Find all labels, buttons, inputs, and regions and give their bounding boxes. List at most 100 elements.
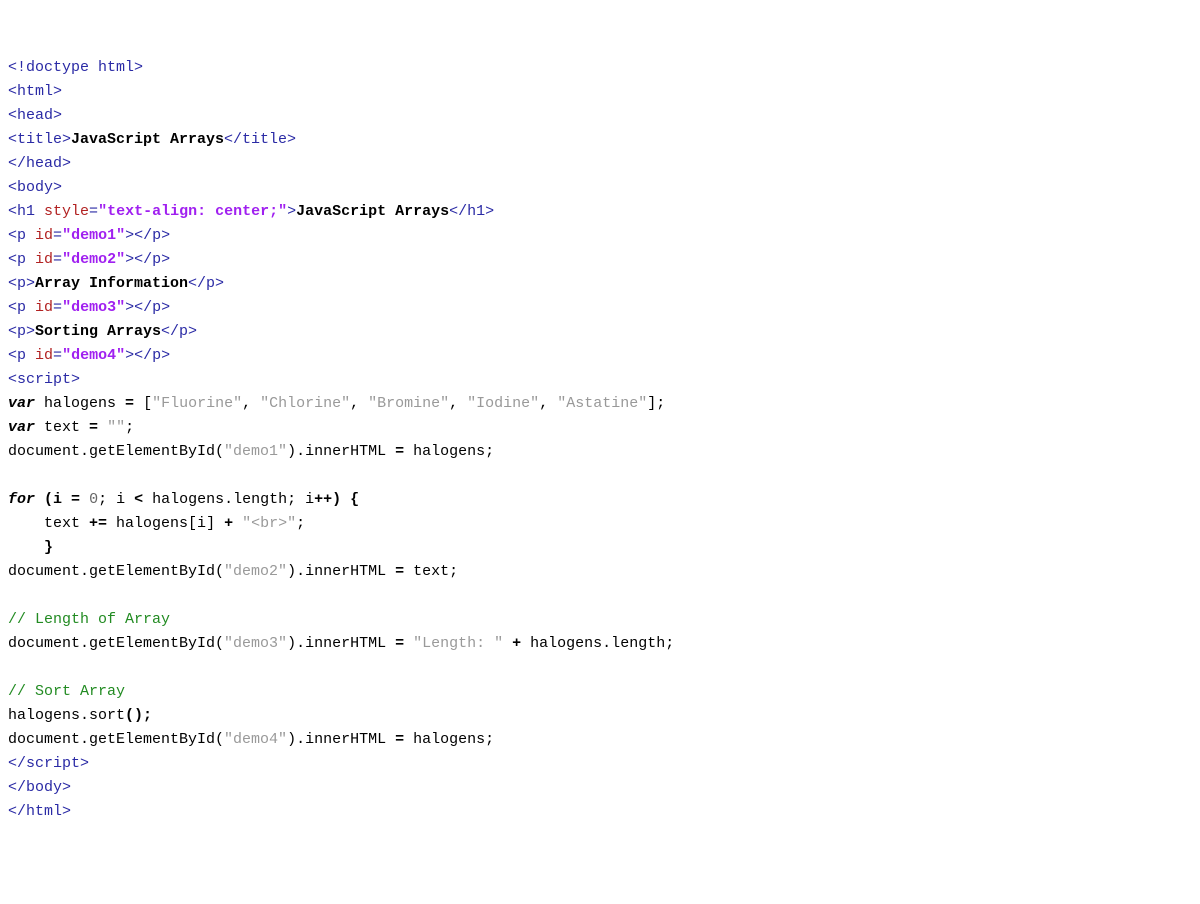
comma: , xyxy=(350,395,368,412)
kw-var: var xyxy=(8,419,35,436)
kw-var: var xyxy=(8,395,35,412)
op-eq: = xyxy=(89,419,98,436)
space xyxy=(80,491,89,508)
tag-html-open: <html> xyxy=(8,83,62,100)
op-plus: + xyxy=(224,515,233,532)
tag-p-close: </p> xyxy=(134,251,170,268)
space xyxy=(35,395,44,412)
comma: , xyxy=(449,395,467,412)
close-brace: } xyxy=(44,539,53,556)
space xyxy=(35,491,44,508)
tag-p-open: <p> xyxy=(8,323,35,340)
tag-script-close: </sc xyxy=(8,755,44,772)
tag-p-open: <p xyxy=(8,347,26,364)
p-text-array-info: Array Information xyxy=(35,275,188,292)
str-length: "Length: " xyxy=(413,635,503,652)
code-text: halogens.length; i xyxy=(143,491,314,508)
code-text: halogens; xyxy=(404,731,494,748)
code-text: text; xyxy=(404,563,458,580)
equals: = xyxy=(53,251,62,268)
gt: > xyxy=(125,347,134,364)
str-demo1: "demo1" xyxy=(224,443,287,460)
tag-head-open: <head> xyxy=(8,107,62,124)
p-text-sorting: Sorting Arrays xyxy=(35,323,161,340)
space xyxy=(35,203,44,220)
equals: = xyxy=(89,203,98,220)
gt: > xyxy=(125,251,134,268)
h1-text: JavaScript Arrays xyxy=(296,203,449,220)
tag-title-open: <title> xyxy=(8,131,71,148)
code-text: ]; xyxy=(647,395,665,412)
code-text: halogens[i] xyxy=(107,515,224,532)
attr-id: id xyxy=(35,299,53,316)
code-text: ).innerHTML xyxy=(287,563,395,580)
op-eq: = xyxy=(395,443,404,460)
op-eq: = xyxy=(395,635,404,652)
equals: = xyxy=(53,299,62,316)
style-value: "text-align: center;" xyxy=(98,203,287,220)
code-block: <!doctype html> <html> <head> <title>Jav… xyxy=(8,56,1192,824)
tag-p-close: </p> xyxy=(134,347,170,364)
code-text: ) { xyxy=(332,491,359,508)
tag-body-open: <body> xyxy=(8,179,62,196)
tag-p-open: <p xyxy=(8,251,26,268)
tag-h1-close: </h1> xyxy=(449,203,494,220)
id-demo1: "demo1" xyxy=(62,227,125,244)
space xyxy=(35,419,44,436)
op-lt: < xyxy=(134,491,143,508)
op-plus: + xyxy=(512,635,521,652)
op-eq: = xyxy=(395,563,404,580)
str-demo2: "demo2" xyxy=(224,563,287,580)
str-demo4: "demo4" xyxy=(224,731,287,748)
attr-id: id xyxy=(35,251,53,268)
tag-html-close: </html> xyxy=(8,803,71,820)
semi: ; xyxy=(125,419,134,436)
code-text: document.getElementById( xyxy=(8,731,224,748)
tag-script-close2: ript> xyxy=(44,755,89,772)
str-chlorine: "Chlorine" xyxy=(260,395,350,412)
code-text: ).innerHTML xyxy=(287,731,395,748)
space xyxy=(404,635,413,652)
gt: > xyxy=(287,203,296,220)
code-text: halogens.sort xyxy=(8,707,125,724)
tag-p-close: </p> xyxy=(134,299,170,316)
gt: > xyxy=(125,227,134,244)
tag-head-close: </head> xyxy=(8,155,71,172)
code-text: [ xyxy=(134,395,152,412)
op-plusplus: ++ xyxy=(314,491,332,508)
semi: ; xyxy=(296,515,305,532)
comma: , xyxy=(242,395,260,412)
title-text: JavaScript Arrays xyxy=(71,131,224,148)
space xyxy=(26,251,35,268)
num-zero: 0 xyxy=(89,491,98,508)
str-fluorine: "Fluorine" xyxy=(152,395,242,412)
code-text: ; i xyxy=(98,491,134,508)
op-pluseq: += xyxy=(89,515,107,532)
comment-length: // Length of Array xyxy=(8,611,170,628)
tag-p-open: <p> xyxy=(8,275,35,292)
code-text: text xyxy=(44,419,89,436)
equals: = xyxy=(53,227,62,244)
attr-id: id xyxy=(35,227,53,244)
code-text: ).innerHTML xyxy=(287,443,395,460)
code-text: document.getElementById( xyxy=(8,635,224,652)
code-text: (i xyxy=(44,491,71,508)
op-call: (); xyxy=(125,707,152,724)
space xyxy=(503,635,512,652)
tag-title-close: </title> xyxy=(224,131,296,148)
space xyxy=(26,227,35,244)
code-text: halogens xyxy=(44,395,125,412)
tag-p-open: <p xyxy=(8,227,26,244)
comment-sort: // Sort Array xyxy=(8,683,125,700)
tag-p-close: </p> xyxy=(134,227,170,244)
tag-body-close: </body> xyxy=(8,779,71,796)
id-demo3: "demo3" xyxy=(62,299,125,316)
indent xyxy=(8,515,44,532)
code-text: document.getElementById( xyxy=(8,443,224,460)
gt: > xyxy=(125,299,134,316)
equals: = xyxy=(53,347,62,364)
op-eq: = xyxy=(395,731,404,748)
str-iodine: "Iodine" xyxy=(467,395,539,412)
space xyxy=(26,299,35,316)
id-demo4: "demo4" xyxy=(62,347,125,364)
